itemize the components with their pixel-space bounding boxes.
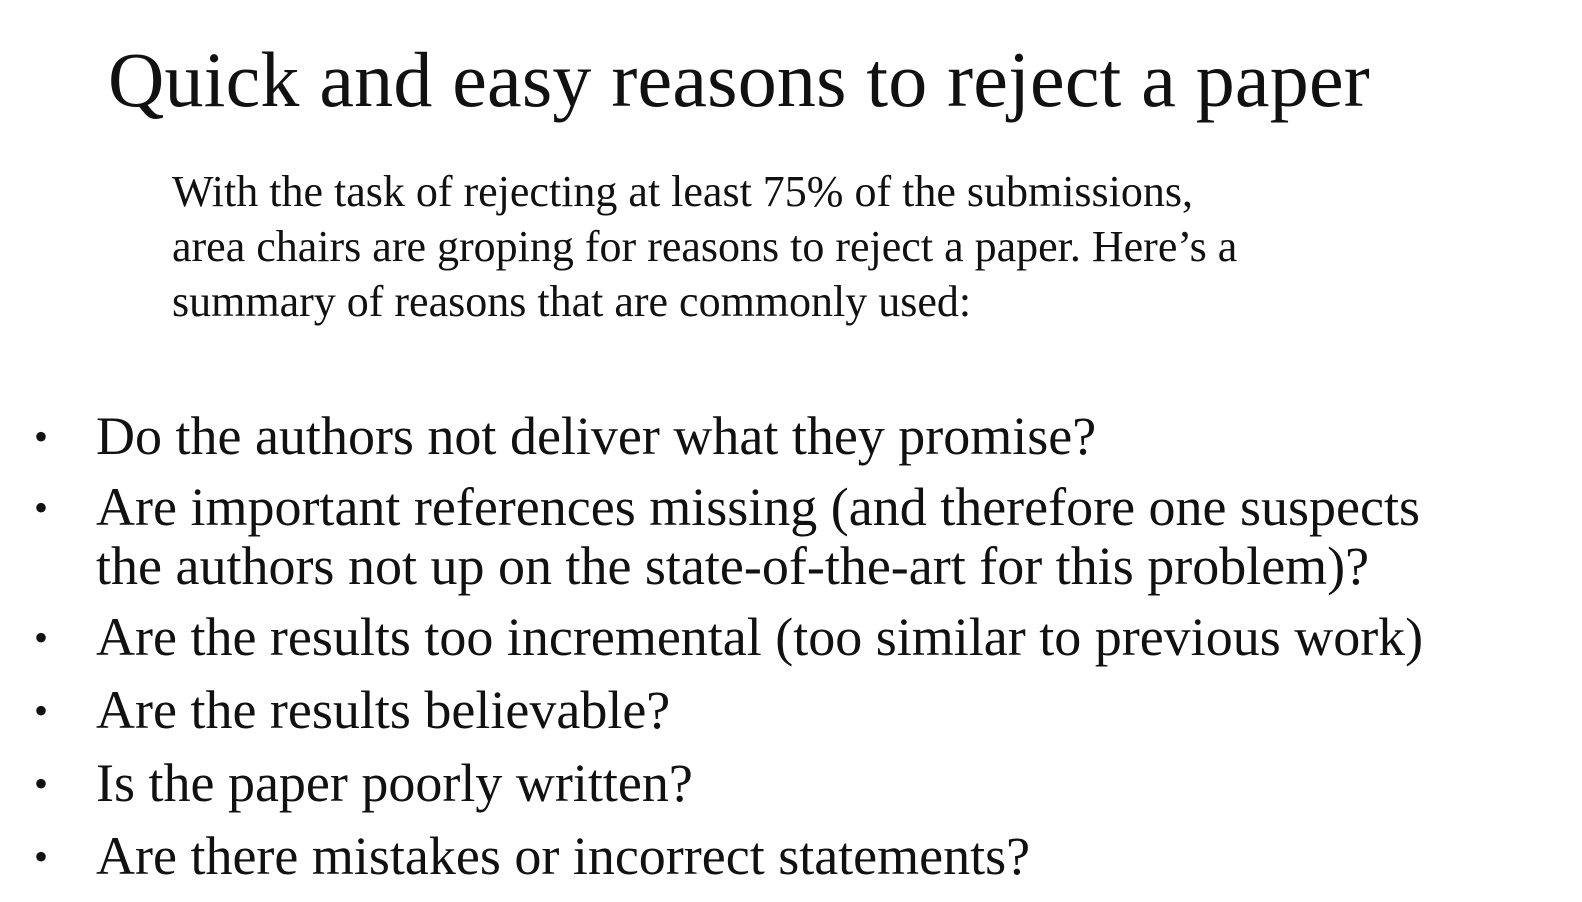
list-item: • Are there mistakes or incorrect statem…: [0, 825, 1423, 888]
list-item: • Are the results too incremental (too s…: [0, 606, 1423, 669]
list-item: • Is the paper poorly written?: [0, 752, 1423, 815]
list-item-line: Are the results too incremental (too sim…: [96, 607, 1424, 667]
list-item-text: Are important references missing (and th…: [96, 478, 1423, 596]
bullet-icon: •: [34, 761, 49, 806]
list-item-line: Are the results believable?: [96, 680, 671, 740]
bullet-icon: •: [34, 834, 49, 879]
list-item-text: Is the paper poorly written?: [96, 752, 1423, 815]
reasons-list: • Do the authors not deliver what they p…: [0, 405, 1423, 898]
list-item: • Do the authors not deliver what they p…: [0, 405, 1423, 468]
bullet-icon: •: [34, 485, 49, 530]
bullet-icon: •: [34, 688, 49, 733]
slide: Quick and easy reasons to reject a paper…: [0, 0, 1582, 902]
bullet-icon: •: [34, 414, 49, 459]
list-item-text: Are there mistakes or incorrect statemen…: [96, 825, 1423, 888]
list-item: • Are the results believable?: [0, 679, 1423, 742]
list-item-line: Are there mistakes or incorrect statemen…: [96, 826, 1031, 886]
list-item-line: the authors not up on the state-of-the-a…: [96, 536, 1370, 596]
slide-title: Quick and easy reasons to reject a paper: [108, 36, 1370, 123]
list-item-line: Is the paper poorly written?: [96, 753, 693, 813]
bullet-icon: •: [34, 615, 49, 660]
list-item-text: Are the results too incremental (too sim…: [96, 606, 1423, 669]
list-item-text: Are the results believable?: [96, 679, 1423, 742]
list-item-line: Do the authors not deliver what they pro…: [96, 406, 1097, 466]
list-item-text: Do the authors not deliver what they pro…: [96, 405, 1423, 468]
list-item-line: Are important references missing (and th…: [96, 477, 1421, 537]
intro-paragraph: With the task of rejecting at least 75% …: [172, 164, 1432, 329]
intro-line: With the task of rejecting at least 75% …: [172, 167, 1194, 216]
intro-line: summary of reasons that are commonly use…: [172, 277, 972, 326]
intro-line: area chairs are groping for reasons to r…: [172, 222, 1238, 271]
list-item: • Are important references missing (and …: [0, 478, 1423, 596]
